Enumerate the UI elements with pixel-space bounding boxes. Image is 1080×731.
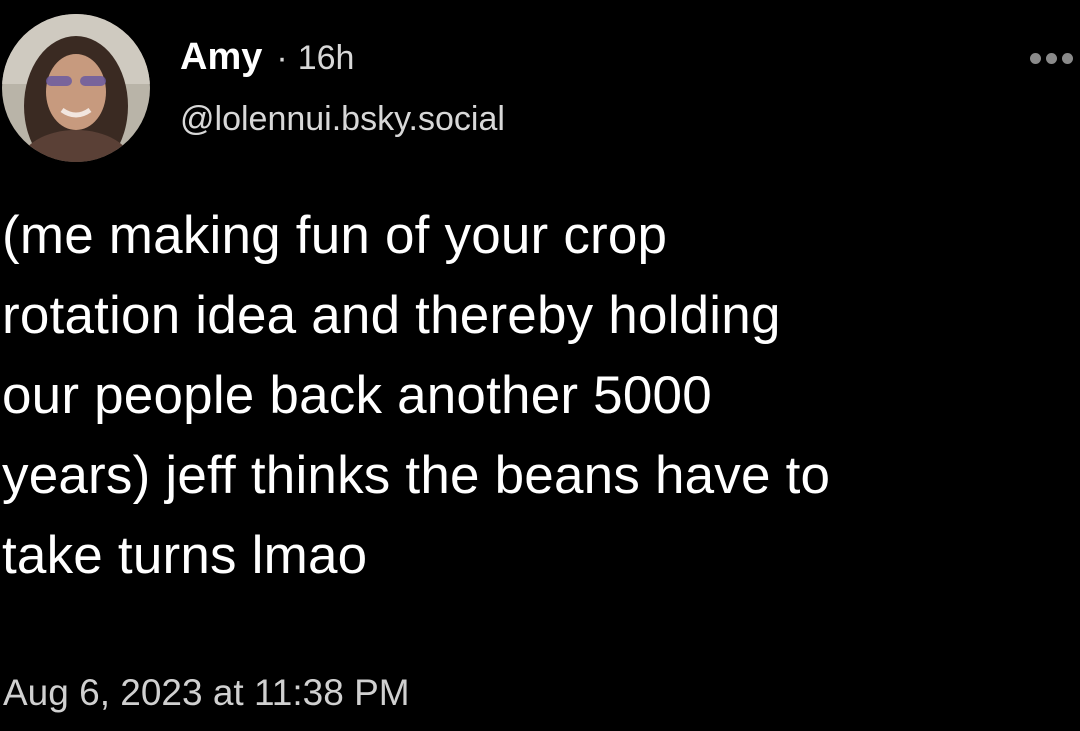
post-card: Amy · 16h @lolennui.bsky.social (me maki…: [0, 0, 1080, 731]
more-options-icon-dot: [1046, 52, 1057, 64]
more-options-button[interactable]: [1030, 46, 1080, 70]
post-text-line: years) jeff thinks the beans have to: [2, 446, 831, 505]
post-text-line: our people back another 5000: [2, 366, 712, 425]
author-display-name[interactable]: Amy: [180, 36, 262, 79]
post-timestamp: Aug 6, 2023 at 11:38 PM: [3, 672, 410, 713]
post-time-ago[interactable]: 16h: [298, 39, 355, 78]
avatar-photo-icon: [2, 14, 150, 162]
more-options-icon: [1030, 52, 1041, 64]
post-text-line: rotation idea and thereby holding: [2, 286, 781, 345]
post-body-text: (me making fun of your crop rotation ide…: [2, 196, 1062, 596]
post-text-line: (me making fun of your crop: [2, 206, 668, 265]
author-avatar[interactable]: [2, 14, 150, 162]
post-header: Amy · 16h: [180, 36, 354, 86]
author-handle[interactable]: @lolennui.bsky.social: [180, 100, 505, 139]
post-text-line: take turns lmao: [2, 526, 368, 585]
header-separator: ·: [276, 39, 288, 77]
more-options-icon-dot: [1062, 52, 1073, 64]
